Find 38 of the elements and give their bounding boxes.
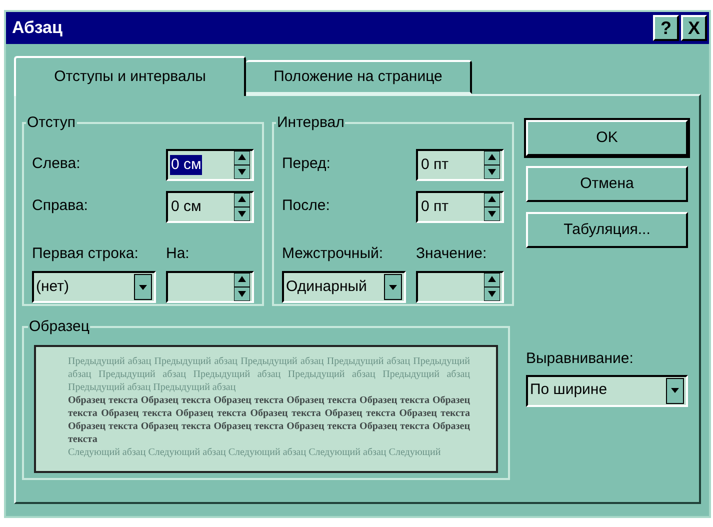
- spin-field[interactable]: 0 пт: [416, 148, 504, 180]
- field-label: Межстрочный:: [282, 244, 384, 264]
- field-label: Слева:: [32, 154, 80, 174]
- help-button[interactable]: ?: [653, 15, 679, 41]
- tab[interactable]: Положение на странице: [246, 60, 472, 94]
- dialog-button[interactable]: Отмена: [526, 166, 688, 202]
- spin-buttons[interactable]: [484, 150, 500, 178]
- dropdown[interactable]: (нет): [32, 271, 156, 303]
- field-label: На:: [166, 244, 190, 264]
- spin-buttons[interactable]: [234, 192, 250, 220]
- window-title: Абзац: [12, 17, 62, 40]
- group-title: Образец: [28, 317, 90, 337]
- alignment-label: Выравнивание:: [526, 349, 634, 369]
- alignment-dropdown[interactable]: По ширине: [526, 374, 688, 406]
- tab[interactable]: Отступы и интервалы: [14, 56, 246, 96]
- spin-field[interactable]: [166, 271, 254, 303]
- field-label: Справа:: [32, 196, 88, 216]
- preview-text: Следующий абзац Следующий абзац Следующий абзац Следующий абзац Следующий: [68, 446, 442, 458]
- field-label: Значение:: [416, 244, 488, 264]
- spin-field[interactable]: 0 пт: [416, 190, 504, 222]
- dialog-button[interactable]: Табуляция...: [526, 212, 688, 248]
- spin-field[interactable]: [416, 271, 504, 303]
- group-title: Интервал: [276, 113, 346, 133]
- preview-text: Образец текста Образец текста Образец текста Образец текста Образец текста Образец текста Образец текста Образец текста Образец текста Образец текста Образец текста Образец текста Образец текста Образец текста Образец текста Образец текста Образец текста: [68, 394, 470, 446]
- spin-buttons[interactable]: [484, 273, 500, 301]
- field-label: Первая строка:: [32, 244, 138, 264]
- spin-field[interactable]: 0 см: [166, 190, 254, 222]
- field-label: Перед:: [282, 154, 330, 174]
- spin-buttons[interactable]: [234, 273, 250, 301]
- dialog-button[interactable]: OK: [526, 120, 688, 156]
- spin-buttons[interactable]: [234, 150, 250, 178]
- dropdown[interactable]: Одинарный: [282, 271, 406, 303]
- close-button[interactable]: X: [681, 15, 707, 41]
- preview-text: Предыдущий абзац Предыдущий абзац Предыдущий абзац Предыдущий абзац Предыдущий абзац Предыдущий абзац Предыдущий абзац Предыдущий абзац Предыдущий абзац Предыдущий абзац Предыдущий абзац: [68, 354, 470, 394]
- spin-field[interactable]: 0 см: [166, 148, 254, 180]
- group-title: Отступ: [26, 113, 77, 133]
- field-label: После:: [282, 196, 330, 216]
- spin-buttons[interactable]: [484, 192, 500, 220]
